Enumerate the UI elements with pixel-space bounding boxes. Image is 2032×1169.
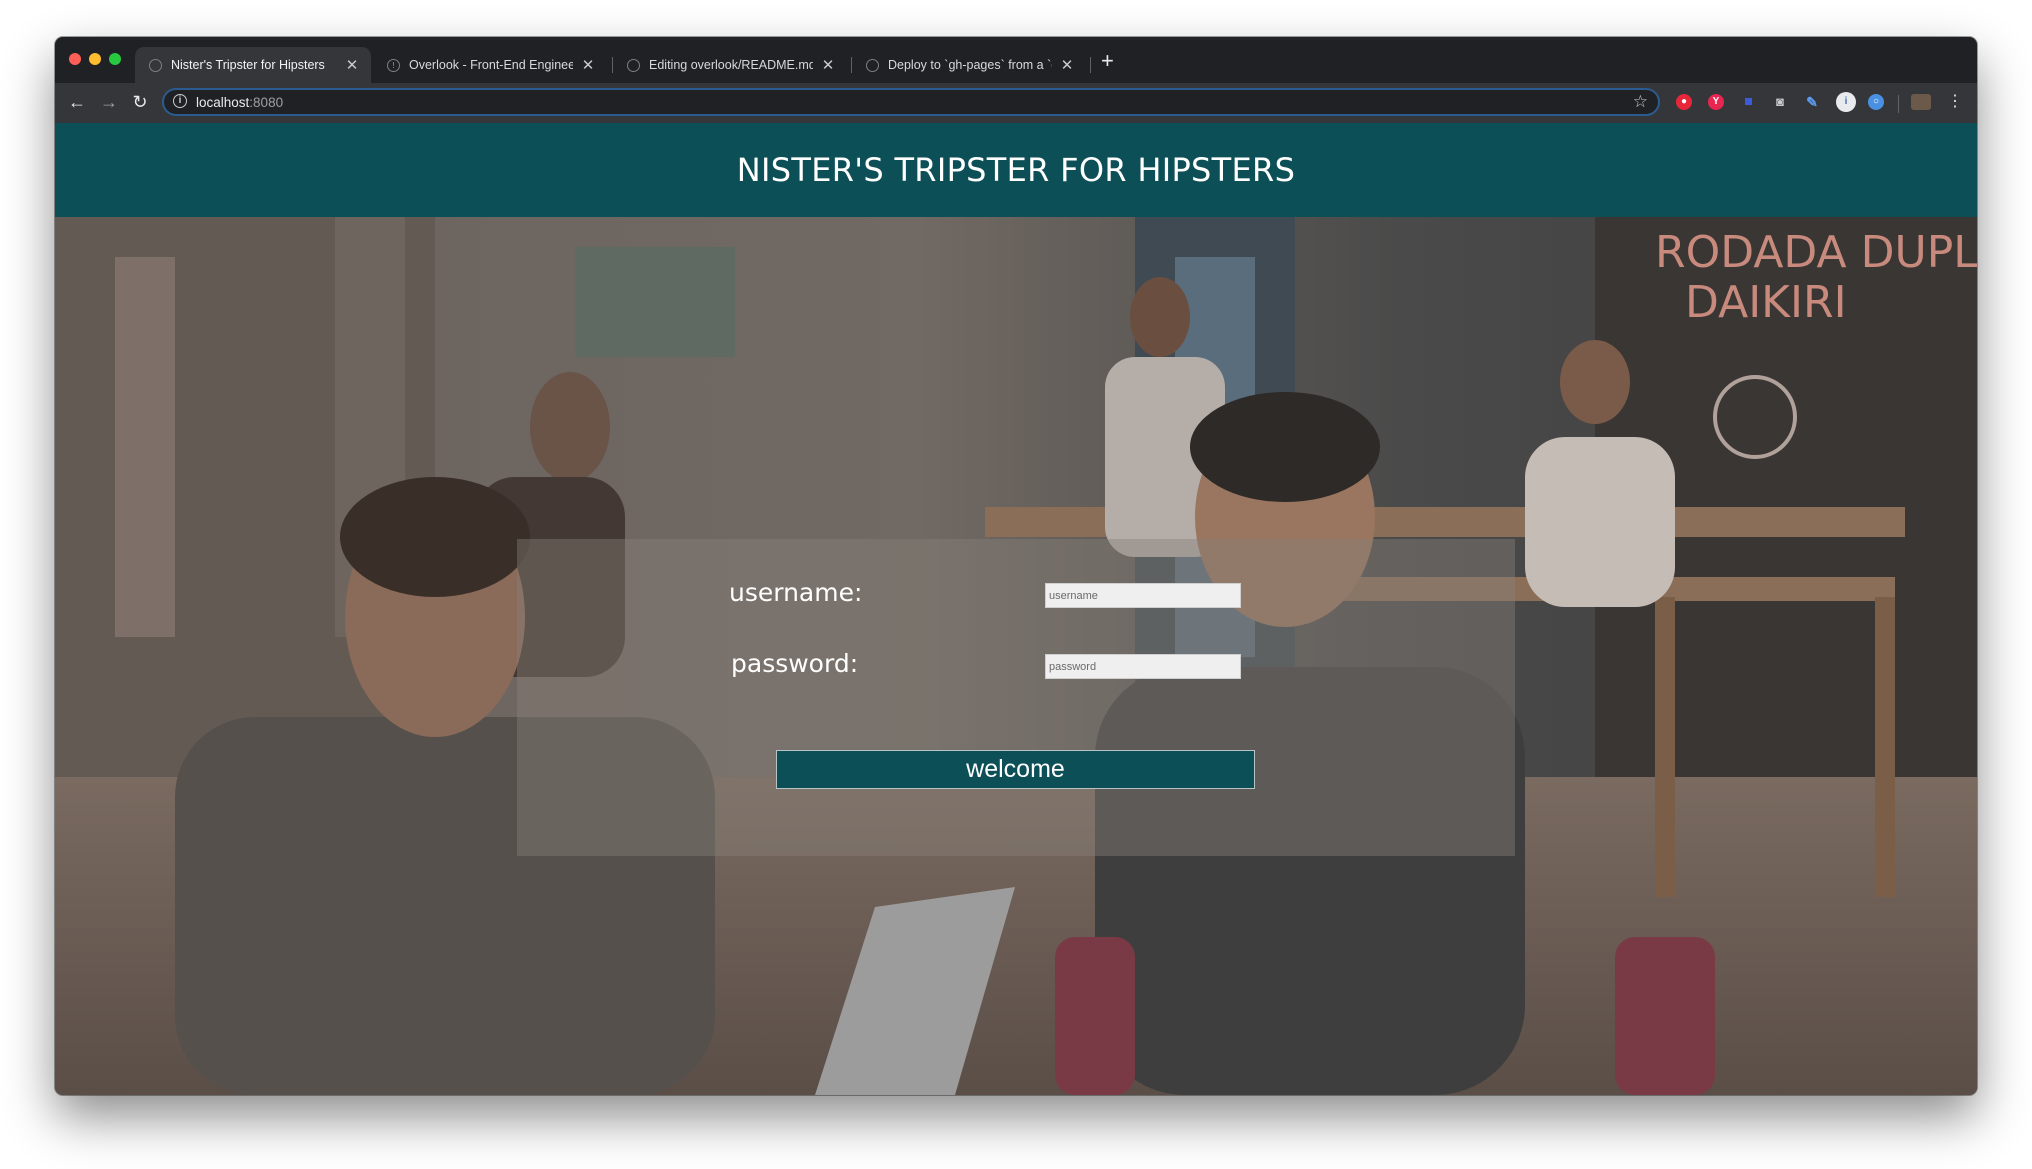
tab-close-icon[interactable]: ✕ xyxy=(581,56,595,74)
forward-arrow-icon[interactable]: → xyxy=(98,91,120,113)
tab-nisters-tripster[interactable]: Nister's Tripster for Hipsters ✕ xyxy=(135,47,371,83)
info-circle-icon: ! xyxy=(387,58,400,72)
blue-ring-extension-icon[interactable]: ○ xyxy=(1868,94,1884,110)
eyedropper-extension-icon[interactable]: ✎ xyxy=(1804,94,1820,110)
address-bar[interactable]: i localhost:8080 ☆ xyxy=(162,88,1660,116)
page-viewport: NISTER'S TRIPSTER FOR HIPSTERS RODADA DU… xyxy=(55,123,1977,1095)
login-form: username: password: welcome xyxy=(517,539,1515,856)
red-shield-extension-icon[interactable]: ● xyxy=(1676,94,1692,110)
menu-kebab-icon[interactable]: ⋮ xyxy=(1944,91,1966,113)
tab-title: Deploy to `gh-pages` from a `d xyxy=(888,58,1052,72)
minimize-window-button[interactable] xyxy=(89,53,101,65)
camera-extension-icon[interactable]: ◙ xyxy=(1772,94,1788,110)
tab-close-icon[interactable]: ✕ xyxy=(345,56,359,74)
tab-close-icon[interactable]: ✕ xyxy=(821,56,835,74)
close-window-button[interactable] xyxy=(69,53,81,65)
password-label: password: xyxy=(731,649,859,678)
address-url[interactable]: localhost:8080 xyxy=(196,95,283,110)
svg-text:RODADA DUPLA: RODADA DUPLA xyxy=(1655,227,1977,278)
browser-toolbar: ← → ↻ i localhost:8080 ☆ ● Y ◙ ✎ i ○ ⋮ xyxy=(55,83,1977,123)
site-header: NISTER'S TRIPSTER FOR HIPSTERS xyxy=(55,123,1977,217)
profile-avatar-icon[interactable] xyxy=(1911,94,1931,110)
url-port: :8080 xyxy=(249,95,284,110)
tab-separator xyxy=(1090,57,1091,73)
reload-icon[interactable]: ↻ xyxy=(129,91,151,113)
url-host: localhost xyxy=(196,95,250,110)
github-icon xyxy=(866,58,879,72)
tab-title: Nister's Tripster for Hipsters xyxy=(171,58,325,72)
background-photo: RODADA DUPLA DAIKIRI username: username … xyxy=(55,217,1977,1095)
bookmark-star-icon[interactable]: ☆ xyxy=(1633,92,1648,112)
tab-title: Editing overlook/README.md at xyxy=(649,58,813,72)
tab-title: Overlook - Front-End Engineerin xyxy=(409,58,573,72)
tab-strip: Nister's Tripster for Hipsters ✕ ! Overl… xyxy=(55,37,1977,83)
toolbar-separator xyxy=(1898,95,1899,113)
page-title: NISTER'S TRIPSTER FOR HIPSTERS xyxy=(736,151,1296,189)
new-tab-button[interactable]: + xyxy=(1101,49,1114,73)
svg-text:DAIKIRI: DAIKIRI xyxy=(1685,277,1847,328)
username-label: username: xyxy=(729,578,863,607)
globe-icon xyxy=(149,58,162,72)
github-icon xyxy=(627,58,640,72)
password-input[interactable] xyxy=(1045,654,1241,679)
blue-square-extension-icon[interactable] xyxy=(1740,94,1756,110)
white-circle-extension-icon[interactable]: i xyxy=(1836,92,1856,112)
welcome-button[interactable]: welcome xyxy=(776,750,1255,789)
maximize-window-button[interactable] xyxy=(109,53,121,65)
info-icon[interactable]: i xyxy=(173,94,187,108)
tab-deploy-gh-pages[interactable]: Deploy to `gh-pages` from a `d ✕ xyxy=(852,47,1086,83)
browser-window: Nister's Tripster for Hipsters ✕ ! Overl… xyxy=(55,37,1977,1095)
tab-close-icon[interactable]: ✕ xyxy=(1060,56,1074,74)
tab-overlook[interactable]: ! Overlook - Front-End Engineerin ✕ xyxy=(373,47,607,83)
username-input[interactable] xyxy=(1045,583,1241,608)
pink-badge-extension-icon[interactable]: Y xyxy=(1708,94,1724,110)
tab-editing-readme[interactable]: Editing overlook/README.md at ✕ xyxy=(613,47,847,83)
back-arrow-icon[interactable]: ← xyxy=(66,91,88,113)
